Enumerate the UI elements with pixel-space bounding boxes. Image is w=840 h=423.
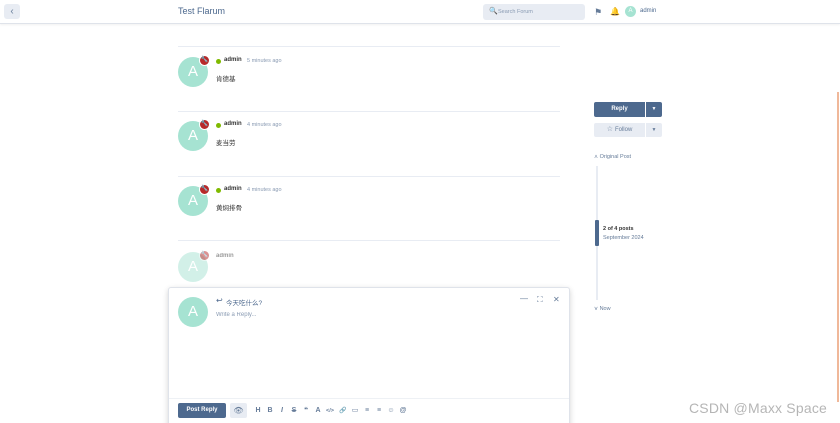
- post-item: A 🔧 admin 4 minutes ago 黄焖排骨: [178, 176, 560, 240]
- scrubber-position: 2 of 4 posts: [603, 226, 634, 232]
- unordered-list-icon[interactable]: ≡: [362, 406, 372, 416]
- post-body: 肯德基: [216, 76, 236, 83]
- fullscreen-icon[interactable]: ⛶: [537, 295, 543, 305]
- scrubber-original-post[interactable]: ⋏ Original Post: [594, 154, 631, 160]
- watermark: CSDN @Maxx Space: [689, 400, 828, 416]
- mention-icon[interactable]: @: [398, 406, 408, 416]
- online-indicator: [216, 188, 221, 193]
- reply-composer: A ↩ 今天吃什么? — ⛶ ✕ Post Reply 👁 H B I S ❝ …: [168, 287, 570, 423]
- session-username: admin: [640, 8, 657, 14]
- post-item: A 🔧 admin: [178, 240, 560, 286]
- reply-textarea[interactable]: [216, 312, 556, 392]
- wrench-icon: 🔧: [199, 250, 210, 261]
- search-icon: 🔍: [489, 8, 498, 15]
- avatar: A: [178, 297, 208, 327]
- flag-icon[interactable]: ⚑: [594, 7, 602, 17]
- search-input[interactable]: [498, 6, 580, 18]
- caret-down-icon: ▼: [651, 106, 657, 112]
- avatar: A: [625, 6, 636, 17]
- back-button[interactable]: ‹: [4, 4, 20, 19]
- wrench-icon: 🔧: [199, 184, 210, 195]
- scrubber-now-label: Now: [599, 306, 611, 312]
- site-title[interactable]: Test Flarum: [178, 6, 225, 16]
- post-username[interactable]: admin: [224, 186, 242, 192]
- chevron-left-icon: ‹: [10, 6, 14, 17]
- italic-icon[interactable]: I: [277, 406, 287, 416]
- scrubber-handle[interactable]: [595, 220, 599, 246]
- close-icon[interactable]: ✕: [553, 295, 560, 305]
- scrubber-date: September 2024: [603, 235, 644, 241]
- star-icon: ☆: [606, 126, 613, 133]
- app-header: ‹ Test Flarum 🔍 ⚑ 🔔 A admin: [0, 0, 840, 24]
- heading-icon[interactable]: H: [253, 406, 263, 416]
- reply-icon: ↩: [216, 296, 223, 305]
- post-item: A 🔧 admin 5 minutes ago 肯德基: [178, 46, 560, 110]
- preview-button[interactable]: 👁: [230, 403, 247, 418]
- bell-icon[interactable]: 🔔: [610, 7, 620, 17]
- image-icon[interactable]: ▭: [350, 406, 360, 416]
- follow-button[interactable]: ☆ Follow: [594, 123, 645, 137]
- post-username[interactable]: admin: [216, 253, 234, 259]
- caret-down-icon: ▼: [651, 127, 657, 133]
- post-body: 黄焖排骨: [216, 205, 242, 212]
- post-time[interactable]: 4 minutes ago: [247, 187, 282, 193]
- ordered-list-icon[interactable]: ≡: [374, 406, 384, 416]
- eye-icon: 👁: [233, 406, 244, 415]
- reply-dropdown-caret[interactable]: ▼: [646, 102, 662, 117]
- follow-label: Follow: [614, 127, 633, 133]
- scrubber-original-post-label: Original Post: [599, 154, 632, 160]
- post-body: 麦当劳: [216, 140, 236, 147]
- emoji-icon[interactable]: ☺: [386, 406, 396, 416]
- online-indicator: [216, 59, 221, 64]
- minimize-icon[interactable]: —: [520, 294, 528, 304]
- search-box[interactable]: 🔍: [483, 4, 585, 20]
- post-item: A 🔧 admin 4 minutes ago 麦当劳: [178, 111, 560, 175]
- double-chevron-up-icon: ⋏: [594, 154, 599, 160]
- link-icon[interactable]: 🔗: [338, 406, 348, 416]
- scroll-indicator: [837, 92, 839, 402]
- follow-dropdown-caret[interactable]: ▼: [646, 123, 662, 137]
- post-username[interactable]: admin: [224, 121, 242, 127]
- scrubber-now[interactable]: ⋎ Now: [594, 306, 611, 312]
- reply-button[interactable]: Reply: [594, 102, 645, 117]
- double-chevron-down-icon: ⋎: [594, 306, 599, 312]
- wrench-icon: 🔧: [199, 119, 210, 130]
- online-indicator: [216, 123, 221, 128]
- post-username[interactable]: admin: [224, 57, 242, 63]
- quote-icon[interactable]: ❝: [301, 406, 311, 416]
- post-time[interactable]: 4 minutes ago: [247, 122, 282, 128]
- composer-discussion-title[interactable]: 今天吃什么?: [226, 297, 262, 307]
- post-reply-button[interactable]: Post Reply: [178, 403, 226, 418]
- strikethrough-icon[interactable]: S: [289, 406, 299, 416]
- spoiler-icon[interactable]: A: [313, 406, 323, 416]
- composer-divider: [169, 398, 569, 399]
- post-time[interactable]: 5 minutes ago: [247, 58, 282, 64]
- bold-icon[interactable]: B: [265, 406, 275, 416]
- wrench-icon: 🔧: [199, 55, 210, 66]
- code-icon[interactable]: </>: [325, 406, 335, 416]
